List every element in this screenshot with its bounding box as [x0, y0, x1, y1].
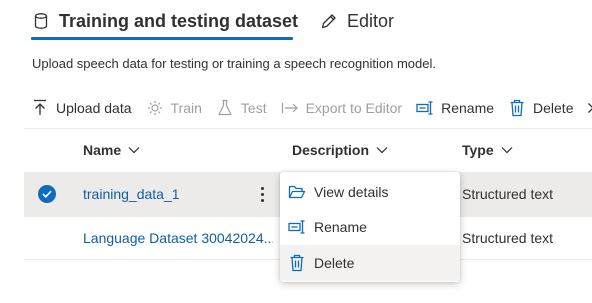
test-button[interactable]: Test: [216, 93, 267, 123]
rename-icon: [416, 99, 434, 117]
dataset-name-link[interactable]: training_data_1: [83, 186, 180, 202]
flask-icon: [216, 99, 234, 117]
trash-icon: [508, 99, 526, 117]
tab-label: Editor: [347, 10, 395, 31]
train-label: Train: [170, 100, 202, 116]
dataset-type: Structured text: [462, 230, 554, 246]
train-button[interactable]: Train: [146, 93, 202, 123]
column-header-description-label: Description: [292, 142, 370, 158]
upload-data-button[interactable]: Upload data: [31, 93, 132, 123]
tab-training-testing-dataset[interactable]: Training and testing dataset: [31, 0, 298, 42]
upload-icon: [31, 99, 49, 117]
delete-button[interactable]: Delete: [508, 93, 573, 123]
checkmark-icon: [42, 190, 52, 198]
column-header-name-label: Name: [83, 142, 122, 158]
train-icon: [146, 99, 164, 117]
menu-item-label: Rename: [314, 219, 367, 235]
toolbar-overflow-chevron[interactable]: [587, 102, 592, 114]
dataset-type: Structured text: [462, 186, 554, 202]
chevron-down-icon: [501, 146, 513, 154]
menu-item-delete[interactable]: Delete: [280, 245, 460, 281]
column-header-description[interactable]: Description: [292, 141, 388, 159]
page-description: Upload speech data for testing or traini…: [32, 56, 436, 71]
menu-item-rename[interactable]: Rename: [280, 209, 460, 245]
selected-tab-indicator: [31, 37, 293, 40]
column-header-type[interactable]: Type: [462, 141, 513, 159]
rename-icon: [288, 218, 306, 236]
chevron-down-icon: [128, 146, 140, 154]
menu-item-label: View details: [314, 184, 389, 200]
test-label: Test: [240, 100, 267, 116]
folder-open-icon: [288, 183, 306, 201]
trash-icon: [288, 254, 306, 272]
tab-editor[interactable]: Editor: [319, 0, 394, 42]
rename-label: Rename: [441, 100, 495, 116]
column-header-type-label: Type: [462, 142, 494, 158]
command-bar: Upload data Train Test Export to Editor …: [31, 93, 592, 123]
chevron-down-icon: [376, 146, 388, 154]
rename-button[interactable]: Rename: [416, 93, 494, 123]
upload-data-label: Upload data: [56, 100, 132, 116]
more-options-icon[interactable]: [255, 183, 269, 205]
menu-item-view-details[interactable]: View details: [280, 174, 460, 210]
tab-label: Training and testing dataset: [59, 10, 299, 31]
menu-item-label: Delete: [314, 255, 355, 271]
row-context-menu: View details Rename Delete: [280, 172, 460, 282]
tab-bar: Training and testing dataset Editor: [0, 0, 592, 42]
export-arrow-icon: [281, 99, 299, 117]
export-to-editor-label: Export to Editor: [305, 100, 403, 116]
export-to-editor-button[interactable]: Export to Editor: [281, 93, 403, 123]
column-header-name[interactable]: Name: [83, 141, 140, 159]
delete-label: Delete: [533, 100, 574, 116]
pencil-icon: [319, 11, 339, 31]
database-icon: [31, 11, 51, 31]
dataset-name-link[interactable]: Language Dataset 30042024...: [83, 230, 273, 246]
row-checkbox[interactable]: [38, 185, 56, 203]
toolbar-divider: [24, 128, 592, 129]
